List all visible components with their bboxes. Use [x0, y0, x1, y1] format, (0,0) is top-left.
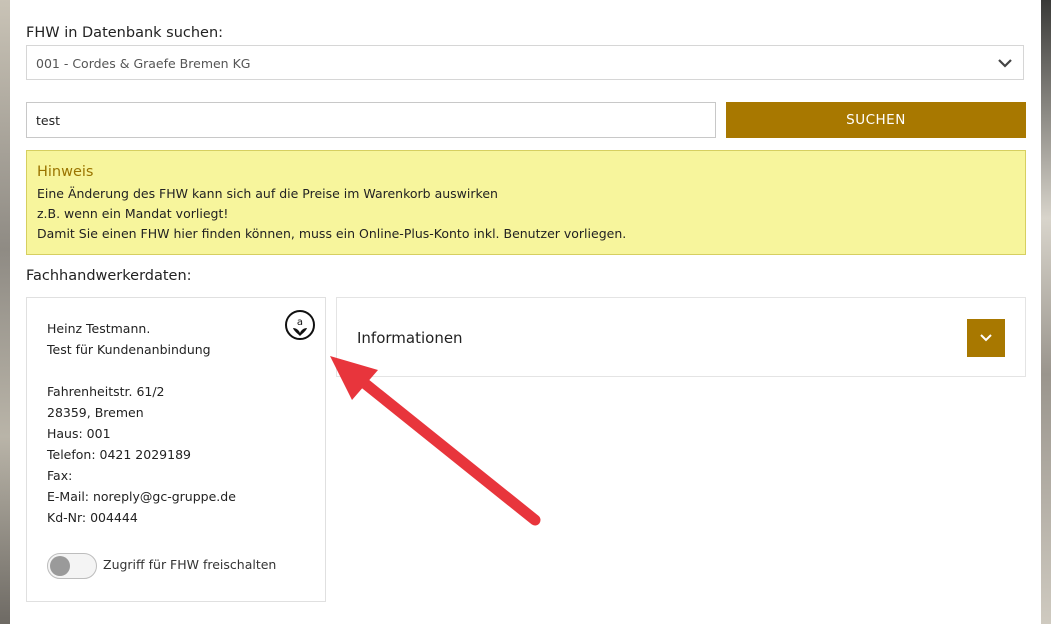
expand-info-button[interactable] [967, 319, 1005, 357]
background-right [1041, 0, 1051, 624]
fhw-modal: FHW in Datenbank suchen: 001 - Cordes & … [10, 0, 1041, 624]
contact-fax: Fax: [47, 468, 73, 483]
contact-name: Heinz Testmann. [47, 321, 151, 336]
search-input[interactable] [26, 102, 716, 138]
search-label: FHW in Datenbank suchen: [26, 25, 224, 41]
fhw-select-value: 001 - Cordes & Graefe Bremen KG [36, 56, 251, 71]
fhw-card: a Heinz Testmann. Test für Kundenanbindu… [26, 297, 326, 602]
hint-box: Hinweis Eine Änderung des FHW kann sich … [26, 150, 1026, 255]
chevron-down-icon [998, 59, 1012, 68]
info-panel: Informationen [336, 297, 1026, 377]
section-label: Fachhandwerkerdaten: [26, 268, 192, 284]
contact-customer-number: Kd-Nr: 004444 [47, 510, 138, 525]
contact-city: 28359, Bremen [47, 405, 144, 420]
contact-phone: Telefon: 0421 2029189 [47, 447, 191, 462]
hint-line: Damit Sie einen FHW hier finden können, … [37, 226, 627, 241]
background-left [0, 0, 10, 624]
access-toggle[interactable] [47, 553, 97, 579]
contact-email: E-Mail: noreply@gc-gruppe.de [47, 489, 236, 504]
partner-badge-icon: a [285, 310, 315, 340]
hint-title: Hinweis [37, 164, 94, 180]
chevron-down-icon [980, 334, 992, 342]
contact-street: Fahrenheitstr. 61/2 [47, 384, 165, 399]
info-panel-title: Informationen [357, 329, 463, 347]
hint-line: z.B. wenn ein Mandat vorliegt! [37, 206, 229, 221]
hint-line: Eine Änderung des FHW kann sich auf die … [37, 186, 498, 201]
search-button[interactable]: SUCHEN [726, 102, 1026, 138]
fhw-select[interactable]: 001 - Cordes & Graefe Bremen KG [26, 45, 1024, 80]
contact-company: Test für Kundenanbindung [47, 342, 211, 357]
contact-house: Haus: 001 [47, 426, 111, 441]
svg-text:a: a [297, 317, 303, 328]
toggle-knob [50, 556, 70, 576]
access-toggle-label: Zugriff für FHW freischalten [103, 557, 277, 572]
